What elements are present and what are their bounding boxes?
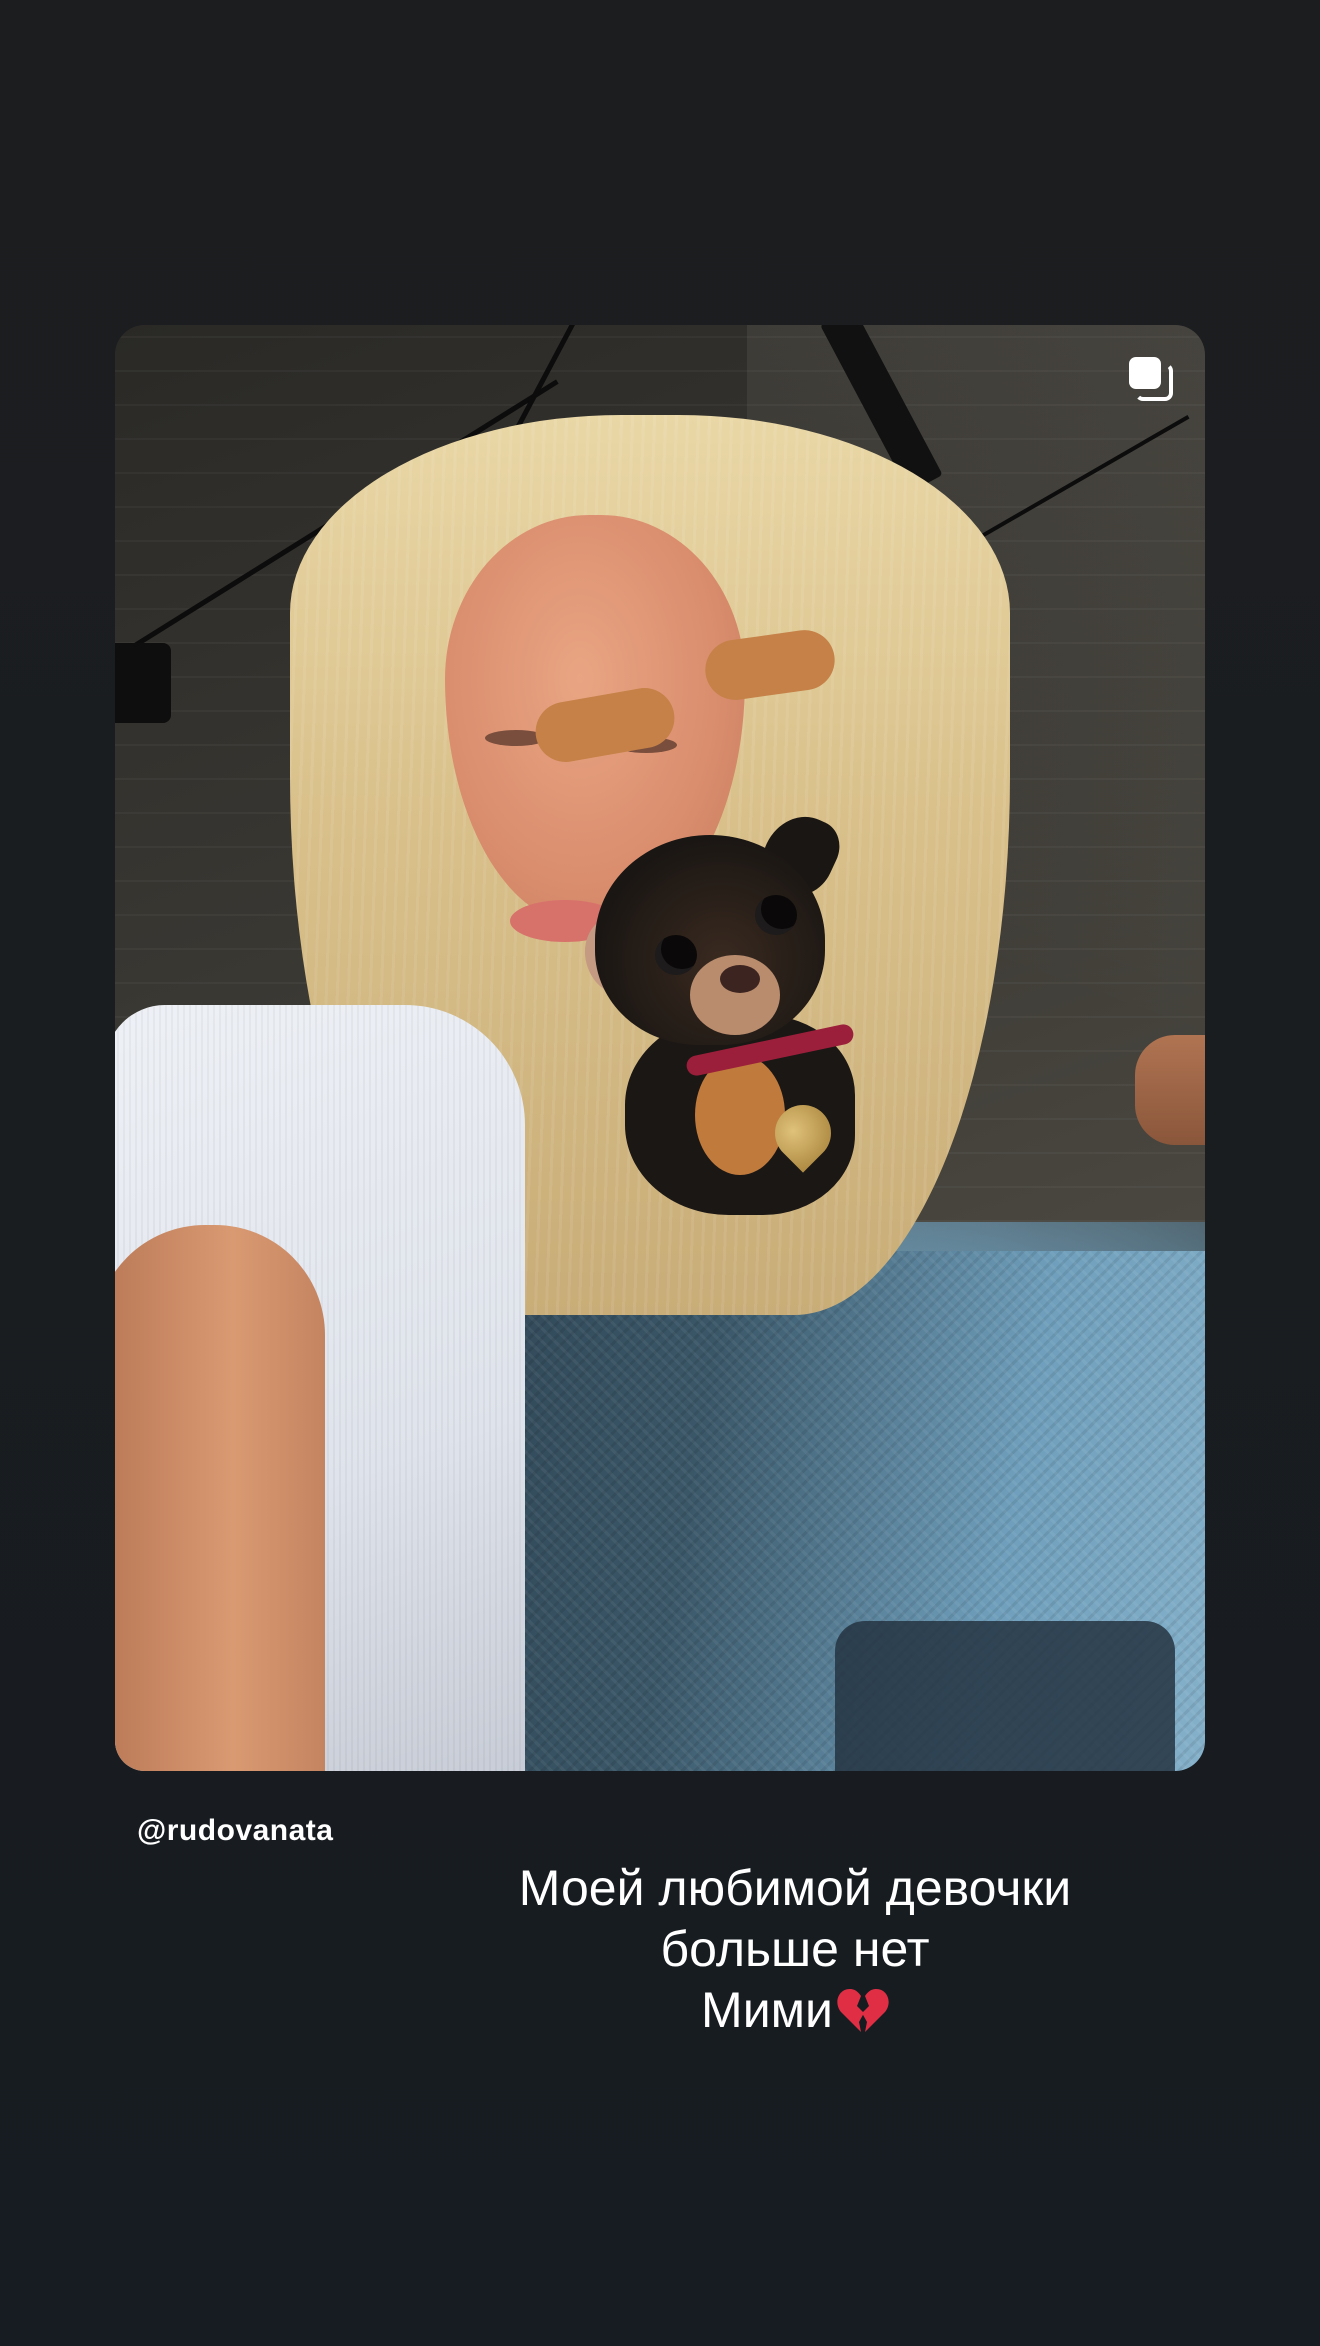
photo-arm [1135, 1035, 1205, 1145]
shared-post-card[interactable] [115, 325, 1205, 1771]
dog-nose [720, 965, 760, 993]
stacked-squares-icon [1129, 357, 1173, 401]
photo-arm [115, 1225, 325, 1771]
photo-shadow [835, 1621, 1175, 1771]
dog-eye [655, 935, 697, 975]
caption-line-3-wrap: Мими [400, 1980, 1190, 2041]
username-mention[interactable]: @rudovanata [137, 1814, 333, 1848]
photo-wall-fixture [115, 643, 171, 723]
dog-eye [755, 895, 797, 935]
photo-dog [569, 803, 856, 1215]
caption-line-2: больше нет [660, 1921, 930, 1977]
story-caption: Моей любимой девочки больше нет Мими [400, 1858, 1190, 2041]
broken-heart-icon [837, 1988, 889, 2032]
caption-line-3: Мими [701, 1982, 833, 2038]
caption-line-1: Моей любимой девочки [518, 1860, 1072, 1916]
